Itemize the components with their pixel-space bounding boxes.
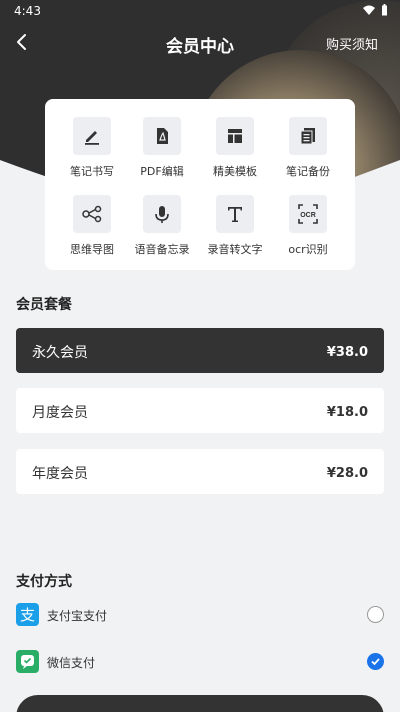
alipay-icon: 支	[16, 603, 39, 626]
plan-price: ¥18.0	[326, 405, 368, 420]
payment-label: 微信支付	[47, 656, 96, 670]
plans-section-title: 会员套餐	[16, 297, 72, 313]
status-bar: 4:43	[0, 0, 400, 22]
payment-option-wechat[interactable]: 微信支付	[16, 650, 384, 674]
wechat-radio[interactable]	[367, 653, 384, 670]
feature-note-backup[interactable]: 笔记备份	[269, 117, 347, 179]
plan-price: ¥28.0	[326, 466, 368, 481]
feature-label: 语音备忘录	[134, 243, 190, 256]
feature-card: 笔记书写 PDF编辑 精美模板 笔记备份 思维导图 语音备忘录 录音转文字 OC…	[45, 99, 355, 270]
alipay-radio[interactable]	[367, 606, 384, 623]
feature-speech-to-text[interactable]: 录音转文字	[196, 195, 274, 257]
feature-note-writing[interactable]: 笔记书写	[53, 117, 131, 179]
pdf-icon	[143, 117, 181, 155]
plan-name: 永久会员	[32, 345, 88, 361]
feature-pdf-edit[interactable]: PDF编辑	[123, 117, 201, 179]
feature-voice-memo[interactable]: 语音备忘录	[123, 195, 201, 257]
feature-label: ocr识别	[288, 243, 328, 256]
plan-price: ¥38.0	[326, 345, 368, 360]
plan-monthly[interactable]: 月度会员 ¥18.0	[16, 388, 384, 433]
feature-templates[interactable]: 精美模板	[196, 117, 274, 179]
feature-label: 录音转文字	[207, 243, 263, 256]
feature-label: 精美模板	[213, 165, 257, 178]
top-bar: 会员中心 购买须知	[0, 24, 400, 64]
checkmark-icon	[371, 658, 380, 666]
payment-option-alipay[interactable]: 支 支付宝支付	[16, 603, 384, 627]
pen-icon	[73, 117, 111, 155]
svg-text:OCR: OCR	[300, 212, 316, 219]
mindmap-icon	[73, 195, 111, 233]
template-icon	[216, 117, 254, 155]
wifi-icon	[363, 5, 375, 15]
plan-lifetime[interactable]: 永久会员 ¥38.0	[16, 328, 384, 373]
feature-mind-map[interactable]: 思维导图	[53, 195, 131, 257]
battery-icon	[382, 4, 387, 16]
payment-section-title: 支付方式	[16, 574, 72, 590]
payment-label: 支付宝支付	[47, 609, 108, 623]
plan-name: 年度会员	[32, 466, 88, 482]
feature-label: 思维导图	[70, 243, 114, 256]
microphone-icon	[143, 195, 181, 233]
purchase-notice-link[interactable]: 购买须知	[326, 34, 378, 53]
feature-label: 笔记书写	[70, 165, 114, 178]
feature-label: PDF编辑	[140, 165, 184, 178]
feature-ocr[interactable]: OCR ocr识别	[269, 195, 347, 257]
svg-text:支: 支	[20, 606, 35, 624]
ocr-icon: OCR	[289, 195, 327, 233]
feature-label: 笔记备份	[286, 165, 330, 178]
pay-now-button[interactable]	[16, 695, 384, 712]
backup-icon	[289, 117, 327, 155]
text-icon	[216, 195, 254, 233]
plan-yearly[interactable]: 年度会员 ¥28.0	[16, 449, 384, 494]
wechat-pay-icon	[16, 650, 39, 673]
plan-name: 月度会员	[32, 405, 88, 421]
status-icons	[363, 4, 388, 16]
status-time: 4:43	[14, 4, 41, 18]
